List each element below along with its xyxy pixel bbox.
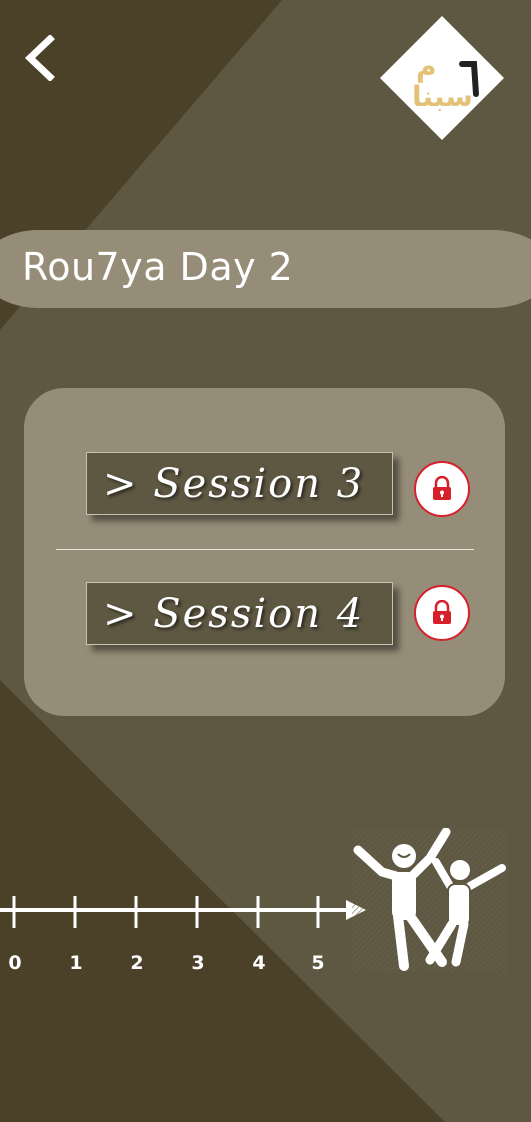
back-button[interactable] <box>14 30 66 86</box>
session-4-button[interactable]: > Session 4 <box>86 582 393 645</box>
svg-text:ﺳﺒﻨﺎ: ﺳﺒﻨﺎ <box>412 80 473 113</box>
sessions-panel <box>24 388 505 716</box>
timeline-tick-2: 2 <box>130 952 144 974</box>
timeline-tick-3: 3 <box>191 952 205 974</box>
timeline-tick-4: 4 <box>252 952 266 974</box>
timeline-tick-0: 0 <box>8 952 22 974</box>
chevron-left-icon <box>24 35 55 81</box>
dancing-people-icon <box>352 828 508 973</box>
session-label: > Session 3 <box>103 460 365 507</box>
timeline-tick-1: 1 <box>69 952 83 974</box>
lock-icon <box>433 476 451 500</box>
session-divider <box>56 549 474 550</box>
session-4-lock[interactable] <box>414 585 470 641</box>
page-title: Rou7ya Day 2 <box>22 245 294 289</box>
logo-icon: ﻡ ﺳﺒﻨﺎ <box>380 16 504 140</box>
session-3-button[interactable]: > Session 3 <box>86 452 393 515</box>
lock-icon <box>433 600 451 624</box>
session-label: > Session 4 <box>103 590 365 637</box>
svg-text:ﻡ: ﻡ <box>416 50 437 83</box>
session-3-lock[interactable] <box>414 461 470 517</box>
timeline-tick-5: 5 <box>311 952 325 974</box>
